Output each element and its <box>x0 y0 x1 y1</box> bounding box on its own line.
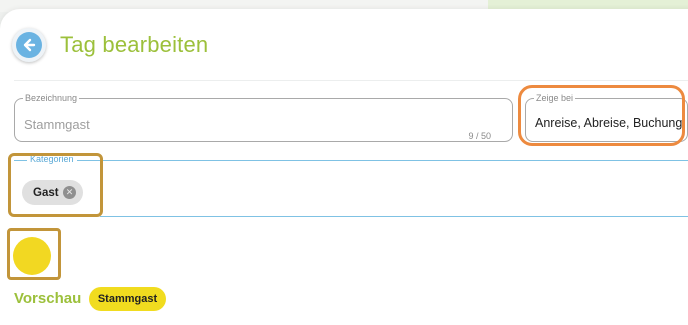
page-title: Tag bearbeiten <box>60 32 209 57</box>
kategorien-border-bottom <box>100 216 688 217</box>
kategorien-label: Kategorien <box>27 153 77 165</box>
bezeichnung-value[interactable]: Stammgast <box>24 117 90 132</box>
zeige-bei-value[interactable]: Anreise, Abreise, Buchung <box>535 116 682 130</box>
close-icon[interactable]: ✕ <box>63 186 76 199</box>
header-divider <box>14 80 688 81</box>
zeige-bei-label: Zeige bei <box>534 92 576 104</box>
bezeichnung-label: Bezeichnung <box>23 92 80 104</box>
color-picker-swatch[interactable] <box>13 237 51 275</box>
category-chip-label: Gast <box>33 186 59 199</box>
kategorien-border-top <box>14 160 688 161</box>
zeige-bei-select[interactable]: Zeige bei Anreise, Abreise, Buchung <box>525 92 688 142</box>
category-chip[interactable]: Gast ✕ <box>22 180 83 205</box>
back-button[interactable] <box>12 28 46 62</box>
character-counter: 9 / 50 <box>468 131 491 141</box>
preview-badge: Stammgast <box>89 287 166 311</box>
arrow-left-icon <box>16 32 42 58</box>
preview-label: Vorschau <box>14 290 82 307</box>
bezeichnung-field[interactable]: Bezeichnung Stammgast 9 / 50 <box>14 92 513 142</box>
